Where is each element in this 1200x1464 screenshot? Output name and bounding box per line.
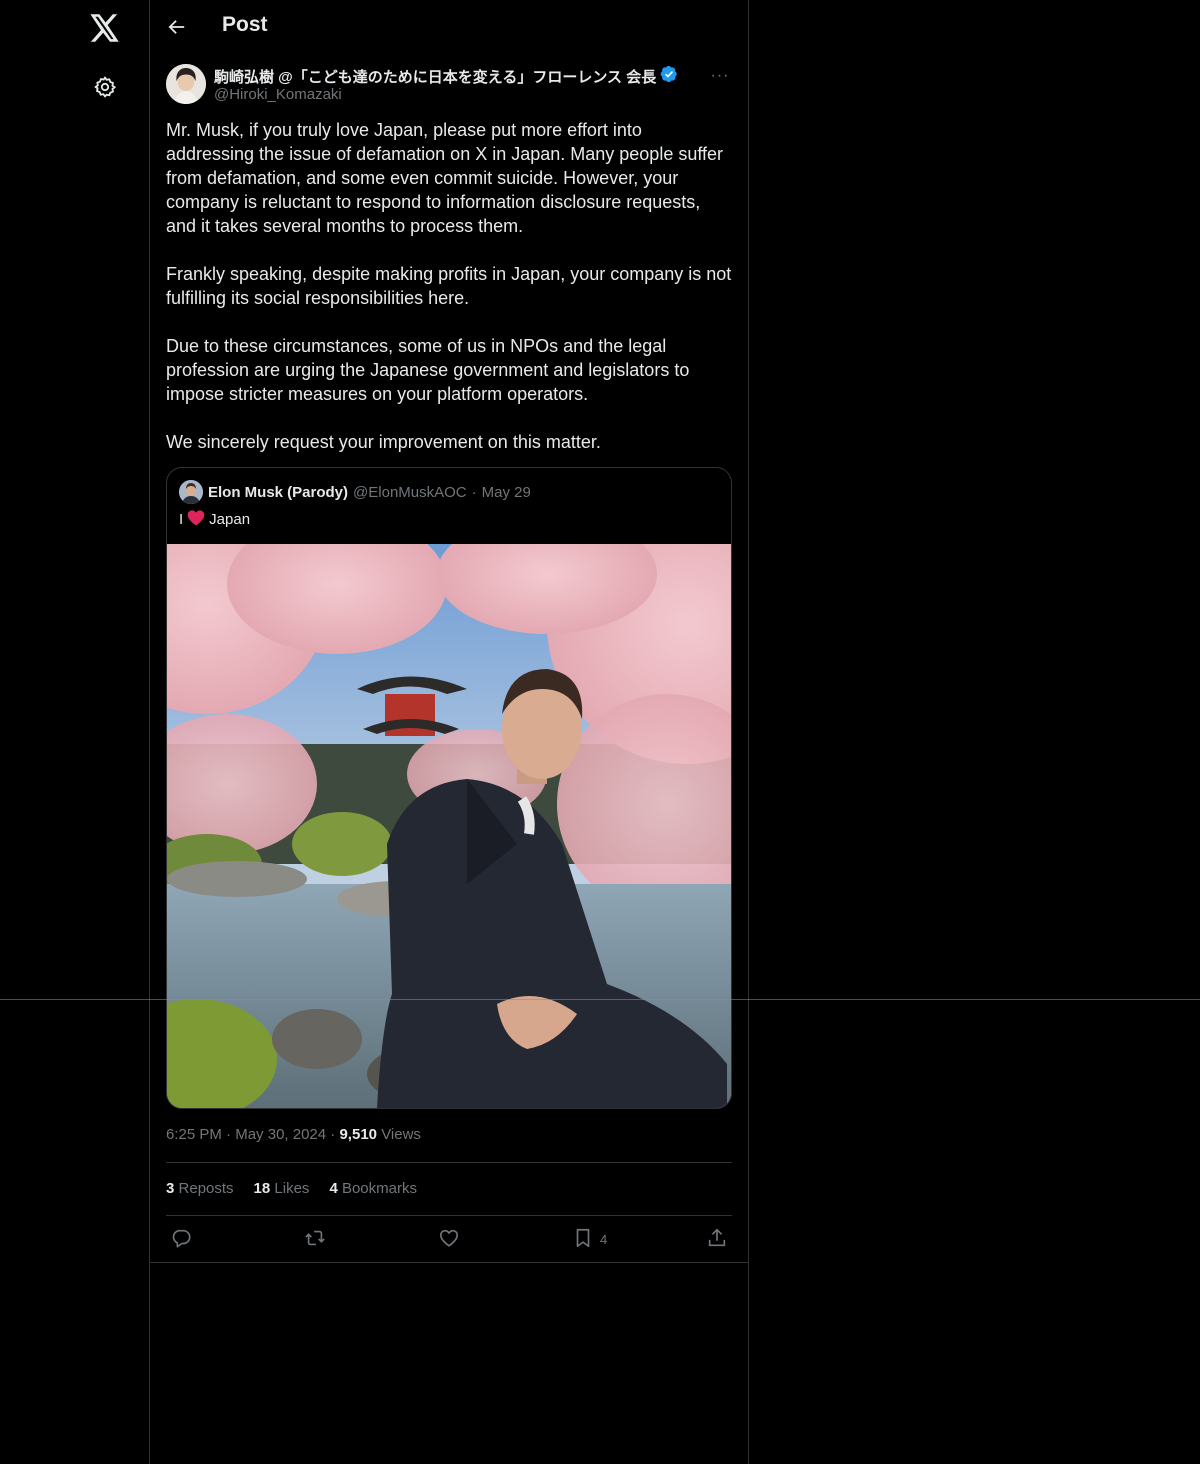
reposts-stat[interactable]: 3 Reposts — [166, 1180, 234, 1197]
bookmark-icon — [572, 1227, 594, 1252]
page-title: Post — [222, 13, 268, 36]
bookmark-count: 4 — [600, 1231, 608, 1247]
top-bar: Post — [150, 0, 748, 54]
post-paragraph: Due to these circumstances, some of us i… — [166, 336, 690, 404]
separator-dot: · — [226, 1126, 232, 1143]
reply-icon — [170, 1227, 192, 1252]
x-logo-icon[interactable] — [87, 10, 123, 46]
likes-label: Likes — [274, 1180, 310, 1197]
quoted-post-header: Elon Musk (Parody) @ElonMuskAOC · May 29 — [179, 480, 531, 504]
post-paragraph: We sincerely request your improvement on… — [166, 432, 601, 452]
reposts-count: 3 — [166, 1180, 175, 1197]
post-paragraph: Frankly speaking, despite making profits… — [166, 264, 732, 308]
quoted-author-handle[interactable]: @ElonMuskAOC — [353, 484, 467, 501]
gear-icon[interactable] — [91, 73, 119, 101]
likes-count: 18 — [253, 1180, 271, 1197]
avatar[interactable] — [166, 64, 206, 104]
post-detail-column: Post 駒崎弘樹 @「こども達のために日本を変える」フローレンス 会長 @Hi… — [149, 0, 749, 1464]
back-arrow-icon[interactable] — [164, 14, 190, 40]
author-name[interactable]: 駒崎弘樹 @「こども達のために日本を変える」フローレンス 会長 — [214, 66, 656, 87]
quoted-text-start: I — [179, 511, 184, 528]
screen-divider-line — [0, 999, 1200, 1000]
views-count: 9,510 — [339, 1126, 378, 1143]
bookmark-button[interactable]: 4 — [572, 1226, 607, 1252]
divider — [150, 1262, 748, 1263]
repost-icon — [303, 1227, 327, 1252]
post-time[interactable]: 6:25 PM — [166, 1126, 222, 1143]
quoted-date[interactable]: May 29 — [482, 484, 531, 501]
post-meta: 6:25 PM · May 30, 2024 · 9,510 Views — [166, 1126, 421, 1143]
share-button[interactable] — [706, 1226, 728, 1252]
left-nav-rail — [0, 0, 149, 1464]
bookmarks-stat[interactable]: 4 Bookmarks — [329, 1180, 417, 1197]
reposts-label: Reposts — [178, 1180, 234, 1197]
views-label: Views — [381, 1126, 421, 1143]
heart-emoji-icon — [187, 509, 205, 530]
share-icon — [706, 1227, 728, 1252]
quoted-post[interactable]: Elon Musk (Parody) @ElonMuskAOC · May 29… — [166, 467, 732, 1109]
divider — [166, 1215, 732, 1216]
more-icon[interactable]: ··· — [708, 64, 732, 88]
bookmarks-count: 4 — [329, 1180, 338, 1197]
post-paragraph: Mr. Musk, if you truly love Japan, pleas… — [166, 120, 724, 236]
post-date[interactable]: May 30, 2024 — [235, 1126, 326, 1143]
verified-badge-icon — [660, 65, 678, 87]
bookmarks-label: Bookmarks — [341, 1180, 417, 1197]
action-bar: 4 — [166, 1226, 732, 1252]
repost-button[interactable] — [303, 1226, 327, 1252]
author-name-line[interactable]: 駒崎弘樹 @「こども達のために日本を変える」フローレンス 会長 — [214, 65, 678, 87]
separator-dot: · — [471, 483, 477, 501]
author-handle[interactable]: @Hiroki_Komazaki — [214, 86, 342, 103]
quoted-image[interactable] — [167, 484, 731, 1108]
divider — [166, 1162, 732, 1163]
engagement-stats: 3 Reposts 18 Likes 4 Bookmarks — [166, 1180, 417, 1197]
post-author: 駒崎弘樹 @「こども達のために日本を変える」フローレンス 会長 @Hiroki_… — [166, 64, 732, 108]
quoted-avatar[interactable] — [179, 480, 203, 504]
post-text: Mr. Musk, if you truly love Japan, pleas… — [166, 118, 732, 478]
quoted-text: I Japan — [179, 509, 250, 530]
likes-stat[interactable]: 18 Likes — [254, 1180, 310, 1197]
like-icon — [438, 1227, 460, 1252]
separator-dot: · — [330, 1126, 336, 1143]
quoted-text-end: Japan — [209, 511, 251, 528]
reply-button[interactable] — [170, 1226, 192, 1252]
quoted-author-name[interactable]: Elon Musk (Parody) — [208, 484, 348, 501]
like-button[interactable] — [438, 1226, 460, 1252]
